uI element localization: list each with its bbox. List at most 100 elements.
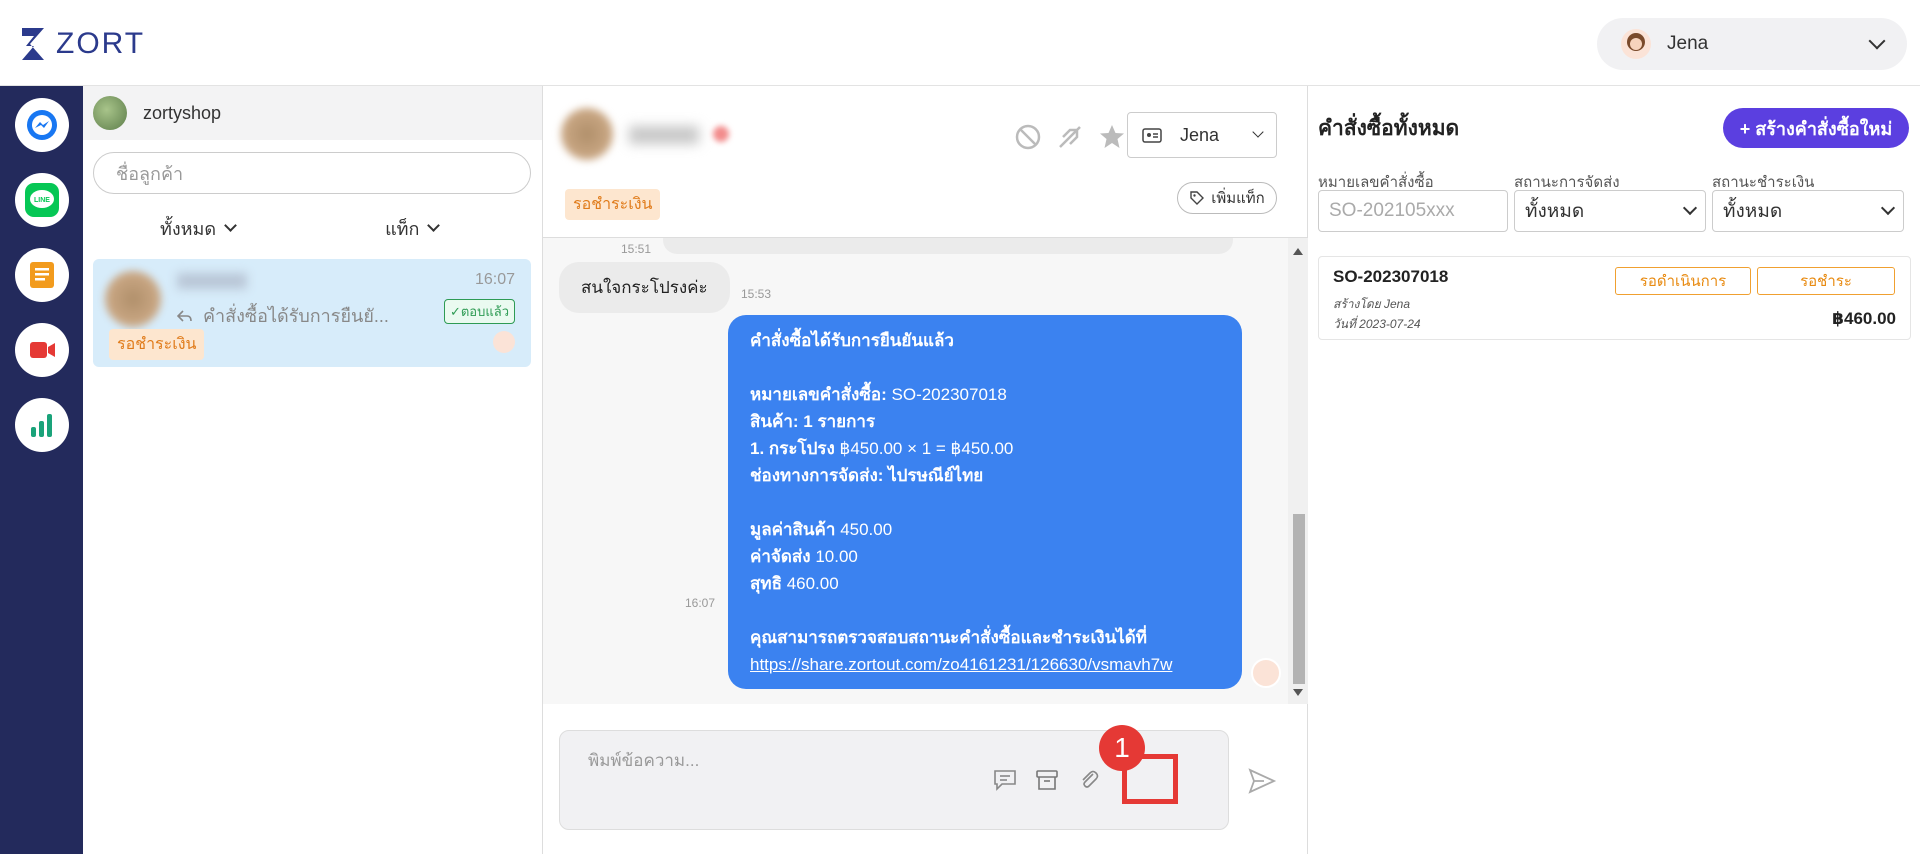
message-line: มูลค่าสินค้า 450.00 [750,516,1220,543]
chat-header: Jena รอชำระเงิน เพิ่มแท็ก [543,86,1308,238]
message-line: คำสั่งซื้อได้รับการยืนยันแล้ว [750,331,954,350]
chevron-down-icon [1252,126,1264,138]
message-line-label: 1. กระโปรง [750,439,835,458]
star-icon[interactable] [1097,122,1127,152]
message-line: สุทธิ 460.00 [750,570,1220,597]
message-time: 15:53 [741,287,772,301]
message-line-value: 450.00 [835,520,893,539]
payment-status-value: ทั้งหมด [1723,201,1783,222]
payment-status-badge: รอชำระ [1757,267,1895,295]
thread-scrollbar[interactable] [1288,238,1308,704]
scroll-down-arrow[interactable] [1293,689,1303,696]
message-line [750,354,1220,381]
conversation-item[interactable]: 16:07 คำสั่งซื้อได้รับการยืนยั... ✓ตอบแล… [93,259,531,367]
message-line-value: SO-202307018 [886,385,1007,404]
mute-icon[interactable] [1055,122,1085,152]
payment-status-select[interactable]: ทั้งหมด [1712,190,1904,232]
message-line-label: สินค้า: 1 รายการ [750,412,876,431]
quick-reply-button[interactable] [990,765,1020,795]
chevron-down-icon [1868,32,1886,50]
zort-logo[interactable]: ZORT [20,26,145,62]
payment-pending-tag: รอชำระเงิน [109,329,205,360]
video-icon [30,342,55,358]
stats-channel-button[interactable] [15,398,69,452]
user-avatar [1621,29,1651,59]
orders-title: คำสั่งซื้อทั้งหมด [1318,117,1460,140]
customer-status-dot [713,126,729,142]
message-line: สินค้า: 1 รายการ [750,408,1220,435]
message-line: หมายเลขคำสั่งซื้อ: SO-202307018 [750,381,1220,408]
chevron-down-icon [1682,200,1698,216]
composer-placeholder: พิมพ์ข้อความ... [588,751,700,770]
outgoing-order-message: คำสั่งซื้อได้รับการยืนยันแล้วหมายเลขคำสั… [728,315,1242,689]
order-number-input[interactable]: SO-202105xxx [1318,190,1508,232]
message-line [750,597,1220,624]
video-channel-button[interactable] [15,323,69,377]
svg-text:LINE: LINE [34,197,50,204]
messenger-icon [27,110,57,140]
previous-message [663,238,1233,254]
create-order-button[interactable]: + สร้างคำสั่งซื้อใหม่ [1723,108,1909,148]
attach-button[interactable] [1074,765,1104,795]
customer-search-input[interactable]: ชื่อลูกค้า [93,152,531,194]
message-line-value: 460.00 [781,574,839,593]
order-box-button[interactable] [1032,765,1062,795]
tag-filter-dropdown[interactable]: แท็ก [385,214,441,243]
payment-pending-tag[interactable]: รอชำระเงิน [565,189,661,220]
message-line-label: ช่องทางการจัดส่ง: ไปรษณีย์ไทย [750,466,984,485]
shipping-status-select[interactable]: ทั้งหมด [1514,190,1706,232]
assignee-dropdown[interactable]: Jena [1127,112,1277,158]
archive-box-icon [1036,770,1058,790]
order-status-badge: รอดำเนินการ [1615,267,1751,295]
channel-rail: LINE [0,86,83,854]
order-amount: ฿460.00 [1832,309,1896,328]
notes-channel-button[interactable] [15,248,69,302]
last-message-preview: คำสั่งซื้อได้รับการยืนยั... [177,301,389,330]
conversation-time: 16:07 [474,271,515,288]
shipping-status-value: ทั้งหมด [1525,201,1585,222]
order-link[interactable]: https://share.zortout.com/zo4161231/1266… [750,651,1220,678]
message-line-label: คุณสามารถตรวจสอบสถานะคำสั่งซื้อและชำระเง… [750,628,1147,647]
message-line-label: สุทธิ [750,574,782,593]
shop-avatar [93,96,127,130]
message-line: ค่าจัดส่ง 10.00 [750,543,1220,570]
assignee-name: Jena [1180,124,1220,145]
message-time: 16:07 [685,596,716,610]
tag-icon [1190,191,1205,205]
zort-logo-icon [22,28,44,60]
chat-panel: Jena รอชำระเงิน เพิ่มแท็ก 15:51 สนใจกระโ… [543,86,1308,854]
block-icon[interactable] [1013,122,1043,152]
message-line-label: มูลค่าสินค้า [750,520,836,539]
message-line: 1. กระโปรง ฿450.00 × 1 = ฿450.00 [750,435,1220,462]
message-time: 15:51 [621,242,652,256]
user-menu[interactable]: Jena [1597,18,1907,70]
customer-name-blurred [177,273,247,289]
status-filter-dropdown[interactable]: ทั้งหมด [160,214,237,243]
replied-badge: ✓ตอบแล้ว [443,299,515,324]
paperclip-icon [1082,770,1099,788]
add-tag-button[interactable]: เพิ่มแท็ก [1177,182,1277,214]
step-badge: 1 [1099,725,1145,771]
reply-icon [177,309,192,322]
message-line: คุณสามารถตรวจสอบสถานะคำสั่งซื้อและชำระเง… [750,624,1220,651]
customer-avatar [105,271,161,327]
messenger-channel-button[interactable] [15,98,69,152]
line-channel-button[interactable]: LINE [15,173,69,227]
send-icon[interactable] [1247,766,1277,796]
scroll-up-arrow[interactable] [1293,248,1303,255]
message-line [750,489,1220,516]
top-bar: ZORT Jena [0,0,1920,86]
agent-avatar [1251,658,1281,688]
message-thread: 15:51 สนใจกระโปรงค่ะ 15:53 คำสั่งซื้อได้… [543,238,1308,704]
shop-name: zortyshop [143,102,222,123]
message-line-label: หมายเลขคำสั่งซื้อ: [750,385,887,404]
notes-icon [30,262,54,288]
line-icon: LINE [25,183,59,217]
shop-header[interactable]: zortyshop [83,86,542,140]
orders-panel: คำสั่งซื้อทั้งหมด + สร้างคำสั่งซื้อใหม่ … [1308,86,1920,854]
user-name: Jena [1667,33,1709,54]
scrollbar-thumb[interactable] [1293,514,1305,684]
tag-filter-label: แท็ก [385,219,420,239]
order-date: วันที่ 2023-07-24 [1333,317,1421,331]
order-card[interactable]: SO-202307018 สร้างโดย Jena วันที่ 2023-0… [1318,256,1911,340]
